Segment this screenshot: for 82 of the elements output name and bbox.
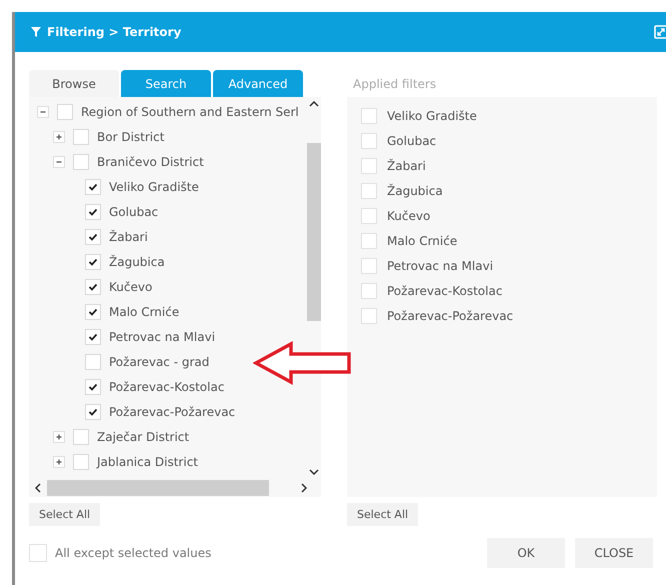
tree-item-label[interactable]: Golubac bbox=[109, 204, 158, 218]
checkbox[interactable] bbox=[361, 232, 377, 248]
checkbox[interactable] bbox=[361, 308, 377, 324]
expand-toggle[interactable] bbox=[53, 430, 65, 442]
tree-item-label[interactable]: Požarevac-Požarevac bbox=[109, 404, 236, 418]
checkbox[interactable] bbox=[57, 104, 73, 120]
expand-toggle[interactable] bbox=[53, 456, 65, 468]
scroll-down-icon[interactable] bbox=[309, 469, 319, 475]
checkbox-label[interactable]: All except selected values bbox=[55, 546, 212, 560]
applied-filter-label[interactable]: Požarevac-Požarevac bbox=[387, 308, 514, 322]
checkbox[interactable] bbox=[73, 428, 89, 444]
applied-filter-label[interactable]: Petrovac na Mlavi bbox=[387, 258, 494, 272]
checkmark-icon bbox=[88, 206, 98, 216]
tree-item-label[interactable]: Žagubica bbox=[109, 254, 165, 268]
applied-filter-label[interactable]: Žabari bbox=[387, 158, 426, 172]
checkbox[interactable] bbox=[29, 544, 47, 562]
resize-icon[interactable] bbox=[654, 25, 666, 39]
tree-item-label[interactable]: Požarevac-Kostolac bbox=[109, 380, 224, 394]
checkbox[interactable] bbox=[85, 304, 101, 320]
applied-filter-label[interactable]: Malo Crniće bbox=[387, 234, 458, 248]
select-all-button[interactable]: Select All bbox=[347, 503, 418, 526]
tree-item-label[interactable]: Region of Southern and Eastern Serl bbox=[81, 104, 299, 118]
applied-filter-label[interactable]: Kučevo bbox=[387, 208, 430, 222]
filter-icon bbox=[31, 27, 41, 37]
checkmark-icon bbox=[88, 382, 98, 392]
close-button[interactable]: CLOSE bbox=[575, 538, 653, 568]
checkbox[interactable] bbox=[73, 454, 89, 470]
select-all-button[interactable]: Select All bbox=[29, 503, 100, 526]
checkbox[interactable] bbox=[73, 128, 89, 144]
tree-item-label[interactable]: Bor District bbox=[97, 130, 164, 144]
applied-filter-label[interactable]: Požarevac-Kostolac bbox=[387, 284, 502, 298]
plus-icon bbox=[55, 432, 63, 440]
tree-item-label[interactable]: Kučevo bbox=[109, 280, 152, 294]
scrollbar-thumb[interactable] bbox=[47, 480, 269, 496]
checkmark-icon bbox=[88, 406, 98, 416]
plus-icon bbox=[55, 458, 63, 466]
checkbox[interactable] bbox=[361, 132, 377, 148]
applied-filters-title: Applied filters bbox=[352, 76, 438, 92]
checkbox[interactable] bbox=[361, 258, 377, 274]
checkbox[interactable] bbox=[85, 178, 101, 194]
checkbox[interactable] bbox=[361, 158, 377, 174]
checkmark-icon bbox=[88, 232, 98, 242]
checkbox[interactable] bbox=[85, 278, 101, 294]
scroll-left-icon[interactable] bbox=[35, 483, 41, 493]
checkbox[interactable] bbox=[85, 254, 101, 270]
scrollbar-thumb[interactable] bbox=[307, 143, 321, 321]
tree-item-label[interactable]: Požarevac - grad bbox=[109, 354, 210, 368]
checkbox[interactable] bbox=[73, 154, 89, 170]
checkbox[interactable] bbox=[85, 354, 101, 370]
applied-filter-label[interactable]: Veliko Gradište bbox=[387, 108, 477, 122]
checkbox[interactable] bbox=[361, 182, 377, 198]
expand-toggle[interactable] bbox=[37, 106, 49, 118]
tree-item-label[interactable]: Jablanica District bbox=[97, 454, 198, 468]
checkbox[interactable] bbox=[361, 282, 377, 298]
checkbox[interactable] bbox=[85, 228, 101, 244]
expand-toggle[interactable] bbox=[53, 130, 65, 142]
checkbox[interactable] bbox=[361, 108, 377, 124]
checkbox[interactable] bbox=[85, 404, 101, 420]
checkbox[interactable] bbox=[361, 208, 377, 224]
tree-item-label[interactable]: Malo Crniće bbox=[109, 304, 180, 318]
plus-icon bbox=[55, 132, 63, 140]
tree-item-label[interactable]: Braničevo District bbox=[97, 154, 204, 168]
scroll-right-icon[interactable] bbox=[301, 483, 307, 493]
checkmark-icon bbox=[88, 332, 98, 342]
tree-item-label[interactable]: Veliko Gradište bbox=[109, 180, 199, 194]
scroll-up-icon[interactable] bbox=[309, 101, 319, 107]
checkmark-icon bbox=[88, 256, 98, 266]
expand-toggle[interactable] bbox=[53, 156, 65, 168]
tree-item-label[interactable]: Zaječar District bbox=[97, 430, 190, 444]
tree-item-label[interactable]: Žabari bbox=[109, 230, 148, 244]
applied-filter-label[interactable]: Žagubica bbox=[387, 184, 443, 198]
checkmark-icon bbox=[88, 182, 98, 192]
window-title: Filtering > Territory bbox=[47, 25, 182, 39]
checkbox[interactable] bbox=[85, 204, 101, 220]
checkbox[interactable] bbox=[85, 328, 101, 344]
checkmark-icon bbox=[88, 306, 98, 316]
checkbox[interactable] bbox=[85, 378, 101, 394]
checkmark-icon bbox=[88, 282, 98, 292]
tree-item-label[interactable]: Petrovac na Mlavi bbox=[109, 330, 216, 344]
tab[interactable]: Browse bbox=[29, 70, 119, 97]
applied-filter-label[interactable]: Golubac bbox=[387, 134, 436, 148]
ok-button[interactable]: OK bbox=[487, 538, 565, 568]
